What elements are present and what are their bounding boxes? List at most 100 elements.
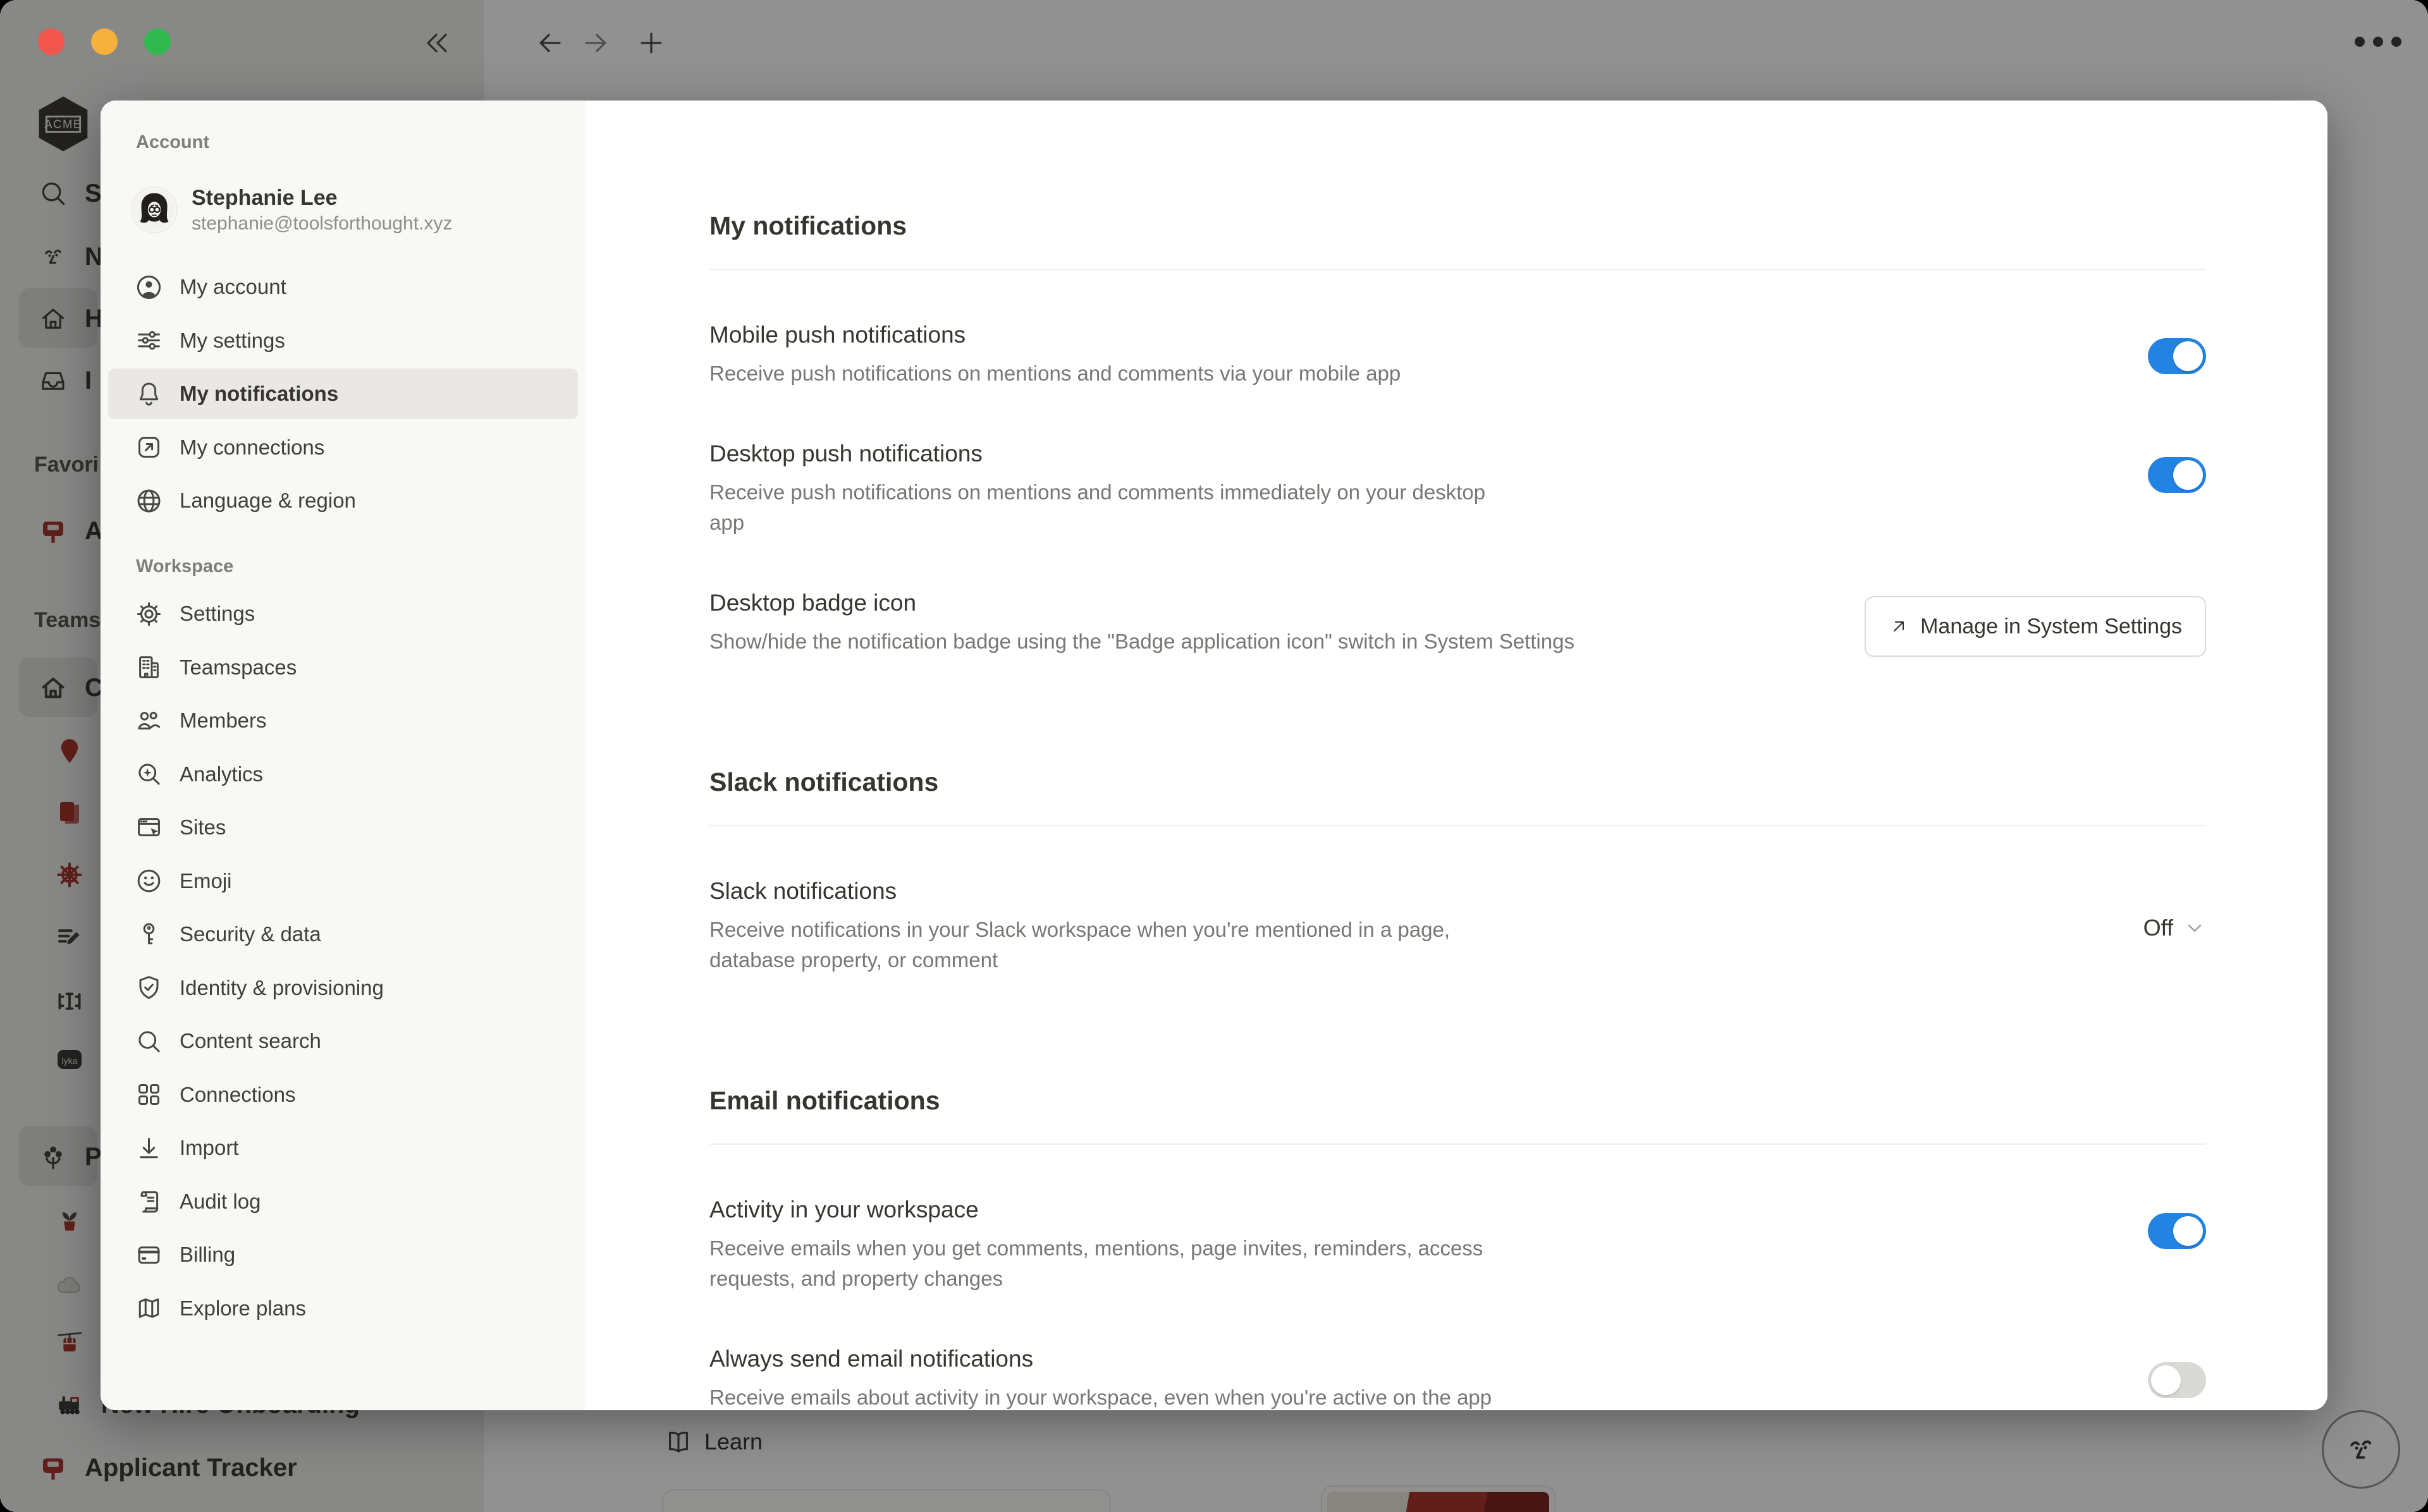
avatar [132, 188, 176, 232]
settings-nav-label: Content search [180, 1029, 321, 1053]
section-heading: Slack notifications [709, 765, 2206, 798]
settings-nav-label: Explore plans [180, 1296, 306, 1320]
settings-nav-item[interactable]: Settings [108, 588, 578, 639]
button-label: Manage in System Settings [1920, 614, 2182, 639]
sliders-icon [135, 326, 163, 355]
setting-row: Mobile push notifications Receive push n… [709, 319, 2206, 389]
settings-nav-item[interactable]: Explore plans [108, 1283, 578, 1334]
settings-nav-label: Import [180, 1136, 239, 1160]
toggle-knob [2173, 341, 2203, 371]
zoom-window-button[interactable] [144, 28, 171, 55]
settings-nav-item[interactable]: My notifications [108, 369, 578, 419]
toggle-knob [2173, 1216, 2203, 1246]
settings-section: Email notifications Activity in your wor… [709, 1084, 2206, 1410]
grid-icon [135, 1080, 163, 1109]
arrow-box-icon [135, 433, 163, 461]
toggle-switch[interactable] [2148, 1213, 2206, 1249]
user-profile[interactable]: Stephanie Lee stephanie@toolsforthought.… [108, 177, 578, 243]
settings-nav-label: Settings [180, 602, 255, 626]
people-icon [135, 707, 163, 735]
chevron-down-icon [2183, 917, 2206, 939]
key-icon [135, 920, 163, 949]
close-window-button[interactable] [38, 28, 64, 55]
settings-nav-item[interactable]: Audit log [108, 1176, 578, 1227]
setting-description: Receive push notifications on mentions a… [709, 477, 1512, 538]
settings-nav-item[interactable]: Security & data [108, 909, 578, 960]
setting-label: Desktop badge icon [709, 587, 1574, 619]
workspace-section-header: Workspace [108, 556, 578, 577]
settings-nav-label: Audit log [180, 1190, 261, 1214]
settings-nav-label: Members [180, 709, 267, 733]
settings-section: Slack notifications Slack notifications … [709, 765, 2206, 975]
toggle-switch[interactable] [2148, 338, 2206, 374]
settings-nav-label: Sites [180, 815, 226, 839]
settings-nav-label: My notifications [180, 382, 338, 406]
setting-label: Activity in your workspace [709, 1194, 1512, 1226]
setting-label: Mobile push notifications [709, 319, 1401, 351]
setting-description: Receive emails when you get comments, me… [709, 1233, 1512, 1294]
setting-description: Receive notifications in your Slack work… [709, 915, 1512, 975]
card-icon [135, 1241, 163, 1269]
section-heading: Email notifications [709, 1084, 2206, 1117]
settings-nav-item[interactable]: Sites [108, 802, 578, 853]
arrow-up-right-icon [1889, 616, 1909, 637]
settings-nav-item[interactable]: Analytics [108, 749, 578, 800]
setting-description: Receive emails about activity in your wo… [709, 1382, 1492, 1410]
manage-in-system-settings-button[interactable]: Manage in System Settings [1865, 596, 2206, 657]
scroll-icon [135, 1187, 163, 1216]
setting-row: Desktop badge icon Show/hide the notific… [709, 587, 2206, 657]
map-icon [135, 1294, 163, 1322]
settings-nav-label: My connections [180, 436, 324, 460]
settings-nav-item[interactable]: Import [108, 1123, 578, 1173]
settings-nav-item[interactable]: Members [108, 695, 578, 746]
section-heading: My notifications [709, 209, 2206, 242]
setting-row: Always send email notifications Receive … [709, 1343, 2206, 1410]
setting-row: Desktop push notifications Receive push … [709, 438, 2206, 538]
settings-nav-item[interactable]: My settings [108, 315, 578, 366]
settings-content: My notifications Mobile push notificatio… [586, 101, 2327, 1410]
settings-nav-label: Teamspaces [180, 655, 297, 680]
building-icon [135, 653, 163, 681]
settings-nav-label: Language & region [180, 489, 356, 513]
settings-nav-item[interactable]: Content search [108, 1016, 578, 1066]
settings-nav-item[interactable]: Language & region [108, 475, 578, 526]
settings-sidebar: Account Stephanie Lee stephanie@toolsfor… [101, 101, 586, 1410]
smiley-icon [135, 867, 163, 895]
magnifier-icon [135, 1027, 163, 1056]
browser-icon [135, 814, 163, 842]
user-name: Stephanie Lee [192, 184, 452, 212]
download-icon [135, 1134, 163, 1162]
dropdown-value: Off [2143, 915, 2173, 941]
setting-label: Slack notifications [709, 875, 1512, 907]
globe-icon [135, 487, 163, 515]
setting-row: Activity in your workspace Receive email… [709, 1194, 2206, 1294]
account-section-header: Account [108, 132, 578, 153]
settings-nav-item[interactable]: My account [108, 262, 578, 312]
user-email: stephanie@toolsforthought.xyz [192, 212, 452, 236]
settings-nav-item[interactable]: Connections [108, 1070, 578, 1120]
setting-label: Always send email notifications [709, 1343, 1492, 1375]
workspace-settings-nav: Settings Teamspaces Members Analytics Si… [108, 588, 578, 1334]
app-window: ACME S N H I Favori A Teams [0, 0, 2428, 1512]
slack-notifications-dropdown[interactable]: Off [2143, 915, 2206, 941]
toggle-knob [2173, 460, 2203, 490]
window-controls [38, 28, 171, 55]
toggle-switch[interactable] [2148, 1362, 2206, 1398]
settings-nav-item[interactable]: Identity & provisioning [108, 963, 578, 1013]
settings-nav-item[interactable]: Emoji [108, 856, 578, 906]
settings-nav-label: Connections [180, 1083, 295, 1107]
settings-modal: Account Stephanie Lee stephanie@toolsfor… [101, 101, 2327, 1410]
settings-nav-label: Billing [180, 1243, 235, 1267]
section-divider [709, 269, 2206, 270]
magnifier-sparkle-icon [135, 760, 163, 788]
settings-nav-item[interactable]: Teamspaces [108, 642, 578, 693]
section-divider [709, 825, 2206, 826]
settings-nav-label: Emoji [180, 869, 232, 893]
settings-nav-item[interactable]: My connections [108, 422, 578, 473]
minimize-window-button[interactable] [91, 28, 118, 55]
section-divider [709, 1143, 2206, 1145]
toggle-switch[interactable] [2148, 457, 2206, 493]
bell-icon [135, 380, 163, 408]
settings-nav-item[interactable]: Billing [108, 1229, 578, 1280]
setting-label: Desktop push notifications [709, 438, 1512, 470]
